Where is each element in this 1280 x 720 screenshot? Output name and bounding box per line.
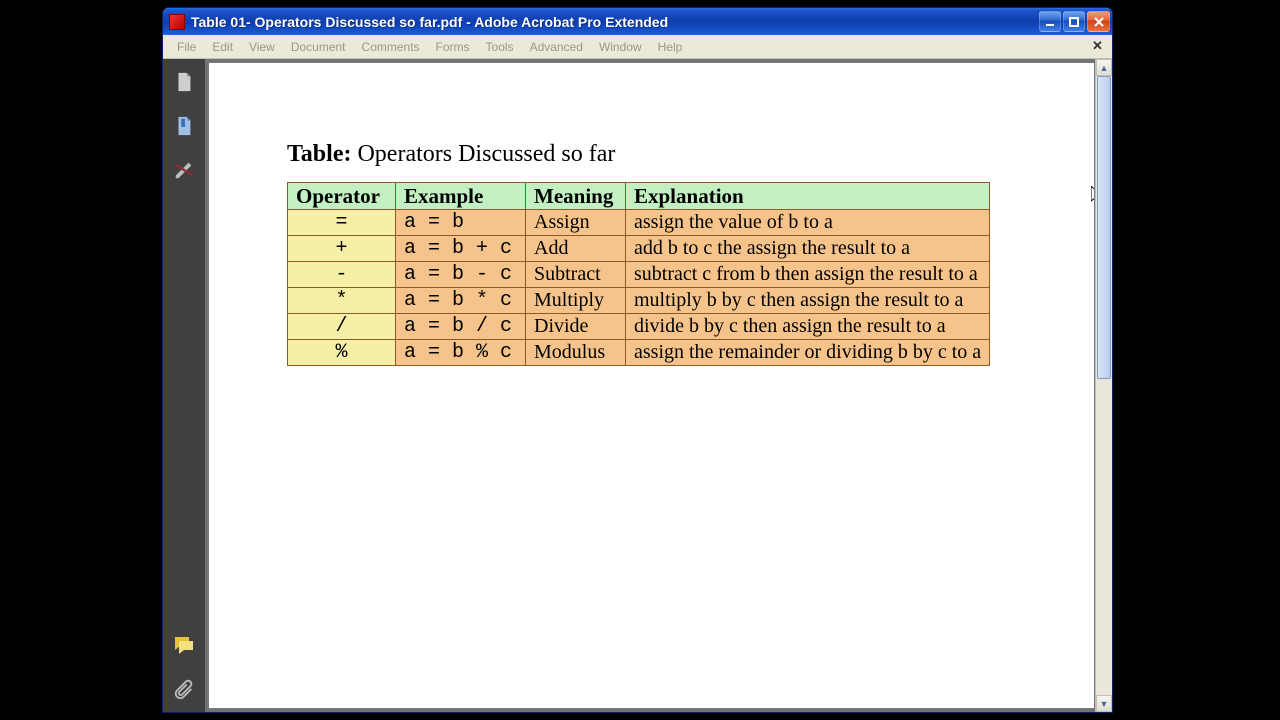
app-window: Table 01- Operators Discussed so far.pdf… bbox=[162, 7, 1113, 713]
cell-operator: / bbox=[288, 314, 396, 340]
cell-meaning: Divide bbox=[526, 314, 626, 340]
window-controls bbox=[1039, 11, 1110, 32]
scroll-up-button[interactable]: ▲ bbox=[1096, 59, 1112, 76]
title-label: Table: bbox=[287, 141, 351, 167]
cell-meaning: Subtract bbox=[526, 262, 626, 288]
menu-forms[interactable]: Forms bbox=[428, 38, 478, 56]
cell-operator: = bbox=[288, 210, 396, 236]
menu-file[interactable]: File bbox=[169, 38, 204, 56]
cell-operator: - bbox=[288, 262, 396, 288]
menu-document[interactable]: Document bbox=[283, 38, 354, 56]
menu-advanced[interactable]: Advanced bbox=[522, 38, 591, 56]
cell-example: a = b + c bbox=[396, 236, 526, 262]
title-bar[interactable]: Table 01- Operators Discussed so far.pdf… bbox=[163, 8, 1112, 35]
cell-operator: * bbox=[288, 288, 396, 314]
signatures-panel-icon[interactable] bbox=[171, 157, 197, 183]
table-header-row: Operator Example Meaning Explanation bbox=[288, 183, 990, 210]
title-text: Operators Discussed so far bbox=[351, 141, 615, 167]
document-close-button[interactable]: ✕ bbox=[1089, 37, 1106, 54]
cell-meaning: Add bbox=[526, 236, 626, 262]
table-row: = a = b Assign assign the value of b to … bbox=[288, 210, 990, 236]
cell-explanation: multiply b by c then assign the result t… bbox=[626, 288, 990, 314]
cell-example: a = b - c bbox=[396, 262, 526, 288]
cell-operator: % bbox=[288, 340, 396, 366]
cell-explanation: add b to c the assign the result to a bbox=[626, 236, 990, 262]
col-example: Example bbox=[396, 183, 526, 210]
operators-table: Operator Example Meaning Explanation = a… bbox=[287, 182, 990, 366]
cell-explanation: subtract c from b then assign the result… bbox=[626, 262, 990, 288]
menu-edit[interactable]: Edit bbox=[204, 38, 241, 56]
menu-bar: File Edit View Document Comments Forms T… bbox=[163, 35, 1112, 59]
menu-comments[interactable]: Comments bbox=[354, 38, 428, 56]
col-operator: Operator bbox=[288, 183, 396, 210]
document-area: Table: Operators Discussed so far Operat… bbox=[205, 59, 1112, 712]
navigation-panel bbox=[163, 59, 205, 712]
table-row: / a = b / c Divide divide b by c then as… bbox=[288, 314, 990, 340]
pdf-page[interactable]: Table: Operators Discussed so far Operat… bbox=[208, 62, 1095, 709]
close-button[interactable] bbox=[1087, 11, 1110, 32]
col-explanation: Explanation bbox=[626, 183, 990, 210]
table-row: - a = b - c Subtract subtract c from b t… bbox=[288, 262, 990, 288]
cell-example: a = b / c bbox=[396, 314, 526, 340]
cell-explanation: assign the remainder or dividing b by c … bbox=[626, 340, 990, 366]
workspace: Table: Operators Discussed so far Operat… bbox=[163, 59, 1112, 712]
pdf-app-icon bbox=[169, 14, 185, 30]
cell-meaning: Modulus bbox=[526, 340, 626, 366]
cell-example: a = b * c bbox=[396, 288, 526, 314]
menu-window[interactable]: Window bbox=[591, 38, 650, 56]
table-row: * a = b * c Multiply multiply b by c the… bbox=[288, 288, 990, 314]
scroll-down-button[interactable]: ▼ bbox=[1096, 695, 1112, 712]
menu-help[interactable]: Help bbox=[650, 38, 691, 56]
page-title: Table: Operators Discussed so far bbox=[287, 141, 1074, 168]
cell-example: a = b bbox=[396, 210, 526, 236]
scroll-thumb[interactable] bbox=[1097, 76, 1111, 379]
cell-explanation: assign the value of b to a bbox=[626, 210, 990, 236]
col-meaning: Meaning bbox=[526, 183, 626, 210]
table-row: + a = b + c Add add b to c the assign th… bbox=[288, 236, 990, 262]
cell-meaning: Assign bbox=[526, 210, 626, 236]
table-row: % a = b % c Modulus assign the remainder… bbox=[288, 340, 990, 366]
scroll-track[interactable] bbox=[1096, 76, 1112, 695]
window-title: Table 01- Operators Discussed so far.pdf… bbox=[191, 14, 1039, 30]
cell-example: a = b % c bbox=[396, 340, 526, 366]
maximize-button[interactable] bbox=[1063, 11, 1085, 32]
minimize-button[interactable] bbox=[1039, 11, 1061, 32]
attachments-panel-icon[interactable] bbox=[171, 676, 197, 702]
cell-explanation: divide b by c then assign the result to … bbox=[626, 314, 990, 340]
vertical-scrollbar[interactable]: ▲ ▼ bbox=[1095, 59, 1112, 712]
pages-panel-icon[interactable] bbox=[171, 69, 197, 95]
cell-meaning: Multiply bbox=[526, 288, 626, 314]
menu-view[interactable]: View bbox=[241, 38, 283, 56]
menu-tools[interactable]: Tools bbox=[478, 38, 522, 56]
cell-operator: + bbox=[288, 236, 396, 262]
bookmarks-panel-icon[interactable] bbox=[171, 113, 197, 139]
comments-panel-icon[interactable] bbox=[171, 632, 197, 658]
